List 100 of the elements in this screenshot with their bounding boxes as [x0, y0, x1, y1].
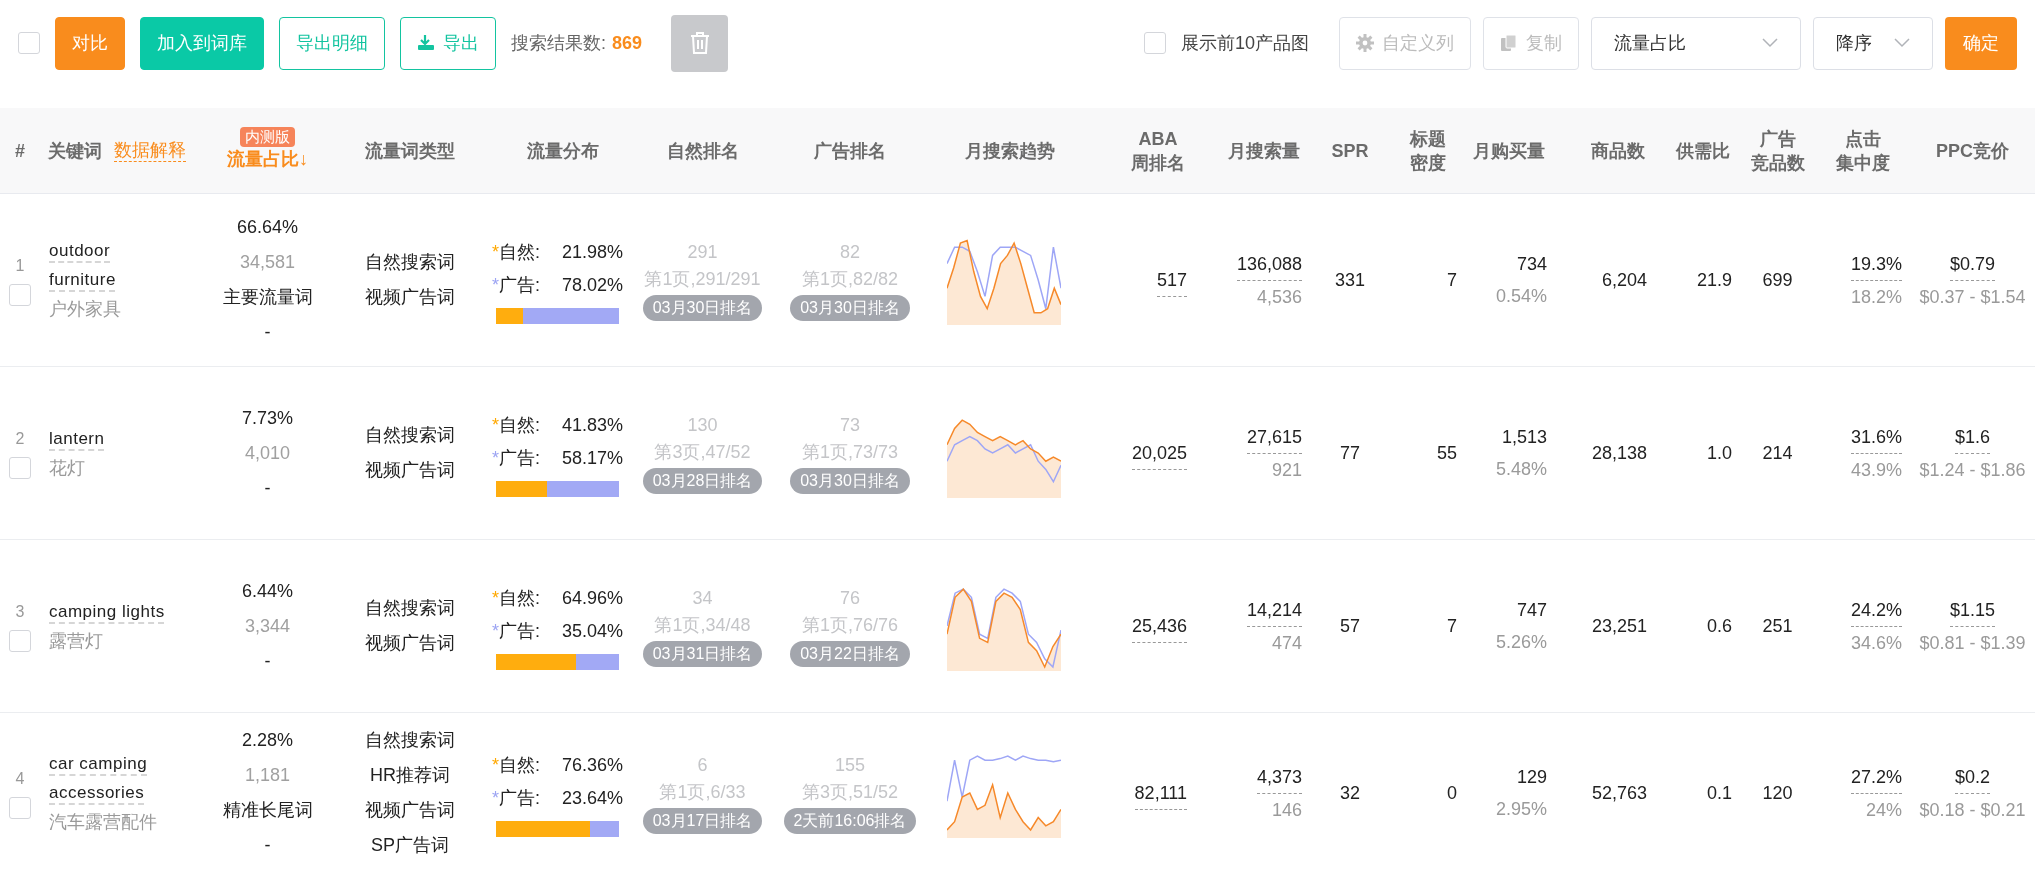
rank-date-badge: 03月17日排名: [642, 808, 763, 834]
column-header[interactable]: 流量分布: [526, 138, 599, 163]
table-cell-text: 57: [1340, 615, 1360, 638]
table-cell-text: 第1页,76/76: [801, 614, 899, 637]
table-cell-text: 129: [1516, 766, 1547, 789]
table-cell-text: 921: [1271, 458, 1302, 482]
table-cell-text: 第3页,51/52: [801, 781, 899, 804]
distribution-label: 广告:: [499, 447, 542, 470]
table-cell-text: 155: [834, 754, 865, 777]
column-header[interactable]: 月搜索趋势: [965, 138, 1055, 163]
table-cell: 31.6%: [1850, 420, 1902, 454]
table-cell-text: 77: [1340, 442, 1360, 465]
traffic-type-label: 视频广告词: [365, 459, 455, 482]
table-cell-text: 0.6: [1706, 615, 1732, 638]
distribution-label: 自然:: [499, 754, 542, 777]
column-header[interactable]: 点击 集中度: [1835, 126, 1890, 175]
table-cell-text: 21.9: [1696, 269, 1732, 292]
table-cell-text: 第1页,73/73: [801, 441, 899, 464]
column-header[interactable]: 自然排名: [666, 138, 739, 163]
table-cell-text: 331: [1334, 269, 1365, 292]
table-cell-text: -: [264, 649, 271, 673]
checkbox[interactable]: [9, 797, 31, 819]
distribution-value: 78.02%: [560, 274, 623, 297]
table-cell-text: 7: [1447, 615, 1457, 638]
asterisk-marker: *: [492, 787, 499, 810]
distribution-value: 76.36%: [560, 754, 623, 777]
table-cell-text: 24%: [1865, 798, 1902, 822]
table-cell: $1.6: [1954, 420, 1990, 454]
table-cell: 20,025: [1131, 436, 1187, 470]
result-count-label: 搜索结果数:: [511, 31, 606, 55]
column-header[interactable]: 广告 竞品数: [1750, 126, 1805, 175]
distribution-value: 35.04%: [560, 620, 623, 643]
copy-icon: [1500, 34, 1518, 52]
table-cell-text: 0: [1447, 782, 1457, 805]
table-cell-text: 66.64%: [236, 216, 299, 239]
table-cell-text: $0.81 - $1.39: [1919, 631, 2026, 655]
checkbox[interactable]: [1143, 32, 1166, 54]
checkbox[interactable]: [9, 457, 31, 479]
column-header[interactable]: ABA 周排名: [1131, 126, 1185, 175]
distribution-value: 21.98%: [560, 241, 623, 264]
table-cell: 82,111: [1134, 776, 1187, 810]
column-header[interactable]: 广告排名: [814, 138, 886, 163]
column-header[interactable]: 月搜索量: [1228, 138, 1300, 163]
table-cell-text: 2.28%: [241, 729, 293, 752]
table-cell-text: 55: [1436, 442, 1457, 465]
column-header[interactable]: 月购买量: [1473, 138, 1545, 163]
table-cell-text: $0.37 - $1.54: [1919, 285, 2026, 309]
asterisk-marker: *: [492, 274, 499, 297]
table-cell-text: $0.18 - $0.21: [1919, 798, 2026, 822]
table-cell-text: 699: [1762, 269, 1793, 292]
table-cell-text: 2.95%: [1495, 798, 1547, 821]
traffic-type-label: 自然搜索词: [365, 424, 455, 447]
column-header[interactable]: SPR: [1331, 138, 1369, 163]
distribution-value: 23.64%: [560, 787, 623, 810]
table-cell-text: 7.73%: [241, 406, 293, 430]
table-cell-text: 28,138: [1591, 442, 1647, 465]
rank-date-badge: 03月30日排名: [790, 295, 910, 321]
column-header[interactable]: 关键词: [48, 138, 102, 163]
table-cell-text: 0.1: [1706, 782, 1732, 805]
table-cell-text: 76: [840, 587, 860, 610]
table-cell-text: 34,581: [239, 251, 296, 274]
row-number: 1: [15, 256, 25, 276]
column-header[interactable]: 标题 密度: [1409, 126, 1446, 175]
column-header[interactable]: PPC竞价: [1936, 138, 2009, 163]
asterisk-marker: *: [492, 414, 499, 437]
keyword-text: outdoor furniture: [49, 240, 117, 291]
settings-icon: [1356, 34, 1374, 52]
table-cell-text: 251: [1762, 615, 1793, 638]
table-cell: 517: [1156, 263, 1187, 297]
rank-date-badge: 03月28日排名: [642, 468, 763, 494]
table-cell-text: 第1页,82/82: [801, 268, 899, 291]
table-cell: $0.2: [1954, 760, 1990, 794]
table-cell-text: -: [264, 476, 271, 500]
checkbox[interactable]: [9, 284, 31, 306]
checkbox[interactable]: [18, 32, 40, 54]
table-cell: 14,214: [1246, 593, 1302, 627]
sort-select[interactable]: 流量占比: [1591, 16, 1801, 70]
column-header[interactable]: 供需比: [1676, 138, 1730, 163]
table-cell-text: 474: [1271, 631, 1302, 655]
table-cell: 27,615: [1246, 420, 1302, 454]
keyword-translation: 汽车露营配件: [49, 811, 158, 834]
sort-select[interactable]: 降序: [1813, 16, 1933, 70]
column-header[interactable]: 流量词类型: [365, 138, 455, 163]
table-cell-text: 6,204: [1601, 269, 1647, 292]
traffic-word-level: 主要流量词: [222, 286, 313, 309]
table-cell-text: 6.44%: [241, 579, 293, 603]
table-cell: 4,373: [1256, 760, 1302, 794]
table-cell-text: 23,251: [1591, 615, 1647, 638]
show-images-label: 展示前10产品图: [1180, 31, 1309, 55]
asterisk-marker: *: [492, 620, 499, 643]
table-cell-text: -: [264, 321, 271, 344]
table-cell: 19.3%: [1850, 247, 1902, 281]
traffic-type-label: 自然搜索词: [365, 729, 455, 752]
table-cell-text: 120: [1762, 782, 1793, 805]
distribution-value: 41.83%: [560, 414, 623, 437]
checkbox[interactable]: [9, 630, 31, 652]
table-cell-text: 1,181: [244, 764, 290, 787]
column-header[interactable]: 商品数: [1591, 138, 1645, 163]
column-header[interactable]: #: [15, 138, 25, 163]
rank-date-badge: 03月22日排名: [790, 641, 910, 667]
